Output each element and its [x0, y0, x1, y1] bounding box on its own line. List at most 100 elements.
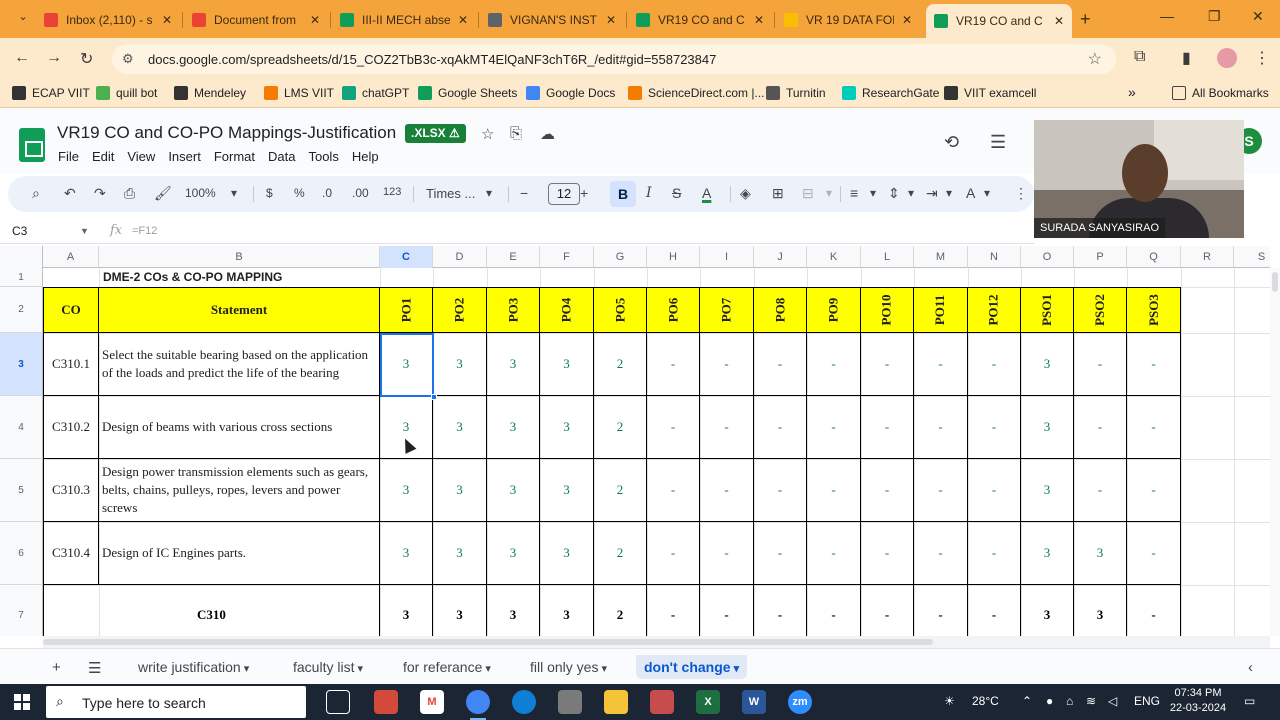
mapping-value-cell[interactable]: - — [1127, 396, 1181, 459]
total-value-cell[interactable]: 3 — [487, 585, 540, 636]
restore-icon[interactable]: ❐ — [1208, 8, 1221, 25]
column-header-j[interactable]: J — [754, 246, 807, 268]
bookmark-item[interactable]: Google Sheets — [418, 86, 517, 100]
column-header-r[interactable]: R — [1181, 246, 1234, 268]
mapping-value-cell[interactable]: - — [914, 459, 968, 522]
search-menus-icon[interactable]: ⌕ — [32, 185, 40, 202]
sheet-tab-for-referance[interactable]: for referance ▾ — [395, 655, 499, 679]
header-po-cell[interactable]: PO7 — [700, 287, 754, 333]
header-po-cell[interactable]: PO1 — [380, 287, 433, 333]
mapping-value-cell[interactable]: 3 — [380, 459, 433, 522]
mapping-value-cell[interactable]: 3 — [1021, 333, 1074, 396]
header-po-cell[interactable]: PO10 — [861, 287, 914, 333]
bookmark-item[interactable]: ResearchGate — [842, 86, 939, 100]
strikethrough-icon[interactable]: S — [672, 185, 681, 201]
mapping-value-cell[interactable]: 3 — [1021, 396, 1074, 459]
sheet-tab-don-t-change[interactable]: don't change ▾ — [636, 655, 748, 679]
mapping-value-cell[interactable]: - — [968, 333, 1021, 396]
total-value-cell[interactable]: 3 — [380, 585, 433, 636]
mapping-value-cell[interactable]: 2 — [594, 333, 647, 396]
mapping-value-cell[interactable]: - — [647, 522, 700, 585]
mapping-value-cell[interactable]: 3 — [433, 396, 487, 459]
merge-chevron-down-icon[interactable]: ▾ — [826, 186, 832, 200]
browser-tab[interactable]: VIGNAN'S INSTI ✕ — [480, 6, 624, 34]
mapping-value-cell[interactable]: - — [754, 396, 807, 459]
menu-insert[interactable]: Insert — [168, 149, 201, 164]
paint-app-icon[interactable] — [374, 690, 398, 714]
browser-tab[interactable]: VR19 CO and C ✕ — [628, 6, 772, 34]
bookmark-item[interactable]: ScienceDirect.com |... — [628, 86, 764, 100]
star-icon[interactable]: ☆ — [481, 125, 494, 143]
file-format-badge[interactable]: .XLSX ⚠ — [405, 124, 466, 143]
mapping-value-cell[interactable]: 3 — [433, 333, 487, 396]
rotation-chevron-down-icon[interactable]: ▾ — [984, 186, 990, 200]
mapping-value-cell[interactable]: - — [700, 333, 754, 396]
mapping-value-cell[interactable]: 3 — [1021, 459, 1074, 522]
mapping-value-cell[interactable]: - — [647, 396, 700, 459]
mapping-value-cell[interactable]: - — [968, 459, 1021, 522]
close-tab-icon[interactable]: ✕ — [1054, 14, 1064, 28]
extensions-icon[interactable]: ⧉ — [1134, 48, 1145, 66]
column-header-l[interactable]: L — [861, 246, 914, 268]
mapping-value-cell[interactable]: - — [754, 333, 807, 396]
chevron-down-icon[interactable]: ▾ — [482, 663, 491, 675]
halign-chevron-down-icon[interactable]: ▾ — [870, 186, 876, 200]
mapping-value-cell[interactable]: 2 — [594, 396, 647, 459]
edge-app-icon[interactable] — [512, 690, 536, 714]
browser-tab[interactable]: VR 19 DATA FOF ✕ — [776, 6, 920, 34]
row-header-5[interactable]: 5 — [0, 459, 43, 522]
bookmark-item[interactable]: Google Docs — [526, 86, 615, 100]
total-value-cell[interactable]: - — [647, 585, 700, 636]
wifi-icon[interactable]: ≋ — [1086, 694, 1096, 708]
chevron-down-icon[interactable]: ▾ — [354, 663, 364, 675]
mapping-value-cell[interactable]: 3 — [1074, 522, 1127, 585]
mapping-value-cell[interactable]: 3 — [487, 396, 540, 459]
menu-data[interactable]: Data — [268, 149, 295, 164]
mapping-value-cell[interactable]: - — [1074, 333, 1127, 396]
input-language[interactable]: ENG — [1134, 694, 1160, 708]
mapping-value-cell[interactable]: 3 — [487, 522, 540, 585]
header-po-cell[interactable]: PO12 — [968, 287, 1021, 333]
mapping-value-cell[interactable]: - — [1074, 459, 1127, 522]
weather-temperature[interactable]: 28°C — [972, 694, 999, 708]
vertical-scrollbar[interactable] — [1270, 268, 1280, 636]
column-header-d[interactable]: D — [433, 246, 487, 268]
print-icon[interactable]: ⎙ — [124, 185, 135, 202]
side-panel-icon[interactable]: ▮ — [1182, 48, 1191, 68]
statement-cell[interactable]: Design of IC Engines parts. — [99, 522, 380, 585]
show-hidden-icons-icon[interactable]: ⌃ — [1022, 694, 1032, 708]
header-po-cell[interactable]: PO6 — [647, 287, 700, 333]
close-window-icon[interactable]: ✕ — [1252, 8, 1264, 25]
bookmark-item[interactable]: Mendeley — [174, 86, 246, 100]
windows-start-icon[interactable] — [14, 694, 30, 710]
mapping-value-cell[interactable]: 3 — [540, 459, 594, 522]
close-tab-icon[interactable]: ✕ — [458, 13, 468, 27]
column-header-b[interactable]: B — [99, 246, 380, 268]
store-app-icon[interactable] — [558, 690, 582, 714]
profile-avatar[interactable] — [1217, 48, 1237, 68]
mapping-value-cell[interactable]: 2 — [594, 522, 647, 585]
weather-icon[interactable]: ☀ — [944, 694, 955, 708]
mapping-value-cell[interactable]: - — [700, 396, 754, 459]
column-header-o[interactable]: O — [1021, 246, 1074, 268]
header-po-cell[interactable]: PSO3 — [1127, 287, 1181, 333]
statement-cell[interactable]: Design of beams with various cross secti… — [99, 396, 380, 459]
task-view-icon[interactable] — [326, 690, 350, 714]
mapping-value-cell[interactable]: 3 — [487, 333, 540, 396]
mapping-value-cell[interactable]: 3 — [433, 522, 487, 585]
decrease-decimal-button[interactable]: .0 — [322, 186, 332, 200]
browser-menu-icon[interactable]: ⋮ — [1254, 48, 1270, 68]
column-header-n[interactable]: N — [968, 246, 1021, 268]
column-header-q[interactable]: Q — [1127, 246, 1181, 268]
redo-icon[interactable]: ↷ — [94, 185, 106, 202]
italic-button[interactable]: I — [646, 185, 652, 201]
total-value-cell[interactable]: - — [968, 585, 1021, 636]
total-value-cell[interactable]: 3 — [1074, 585, 1127, 636]
header-statement-cell[interactable]: Statement — [99, 287, 380, 333]
mapping-value-cell[interactable]: - — [754, 459, 807, 522]
row-header-2[interactable]: 2 — [0, 287, 43, 333]
total-value-cell[interactable]: - — [914, 585, 968, 636]
column-header-p[interactable]: P — [1074, 246, 1127, 268]
bookmark-item[interactable]: quill bot — [96, 86, 157, 100]
total-value-cell[interactable]: 3 — [540, 585, 594, 636]
